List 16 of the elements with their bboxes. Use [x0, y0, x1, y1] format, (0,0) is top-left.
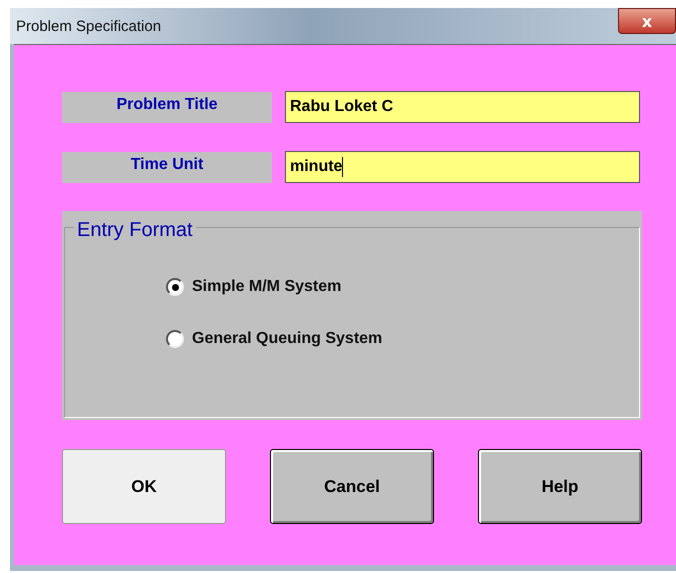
group-title: Entry Format [74, 219, 196, 242]
field-value: minute [290, 158, 342, 176]
dialog-button[interactable]: Cancel [270, 449, 434, 524]
window-title: Problem Specification [16, 18, 162, 34]
field-value: Rabu Loket C [290, 98, 394, 116]
radio-button[interactable] [166, 330, 184, 348]
dialog-button[interactable]: Help [478, 449, 642, 524]
radio-option[interactable]: Simple M/M System [166, 278, 642, 296]
field-label: Time Unit [62, 152, 272, 182]
close-button[interactable]: x [618, 8, 676, 34]
input-field[interactable]: minute [285, 151, 640, 183]
radio-button[interactable] [166, 278, 184, 296]
input-field[interactable]: Rabu Loket C [285, 91, 640, 123]
dialog-button[interactable]: OK [62, 449, 226, 524]
field-label: Problem Title [62, 92, 272, 122]
radio-option[interactable]: General Queuing System [166, 330, 642, 348]
